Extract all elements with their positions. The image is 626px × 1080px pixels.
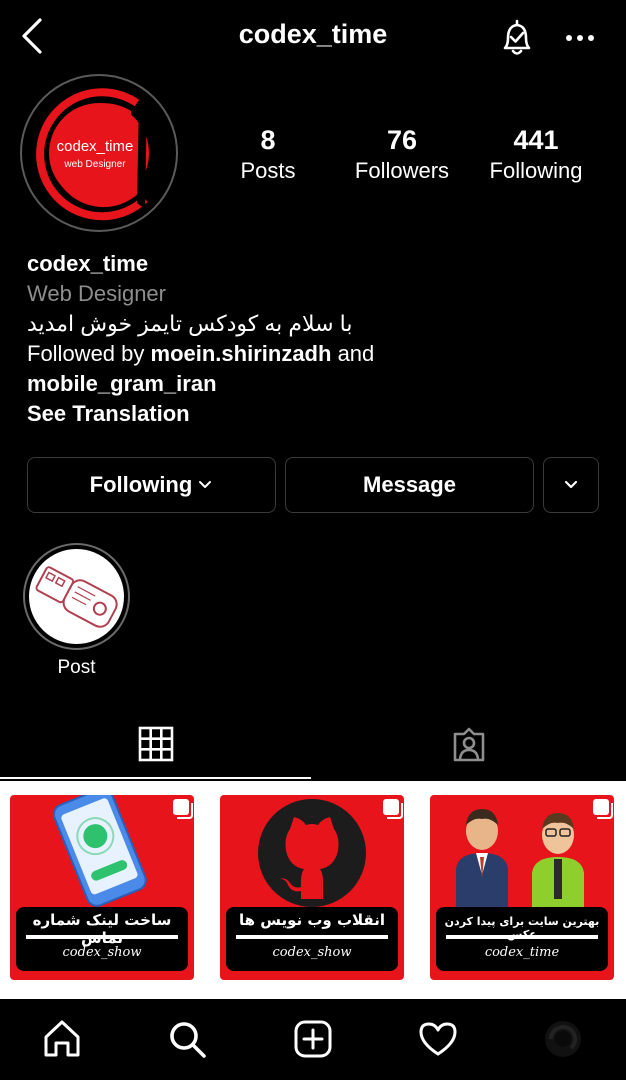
grid-post[interactable]: ساخت لینک شماره تماس codex_show	[0, 781, 207, 991]
following-count[interactable]: 441 Following	[474, 124, 598, 186]
phone-call-illustration	[52, 795, 147, 907]
profile-username: codex_time	[27, 251, 149, 276]
followed-by-prefix: Followed by	[27, 341, 145, 366]
top-bar: codex_time	[0, 0, 626, 74]
message-button[interactable]: Message	[285, 457, 534, 513]
followed-by: Followed by moein.shirinzadh and mobile_…	[27, 341, 374, 396]
post-thumbnail: بهترین سایت برای پیدا کردن عکس codex_tim…	[430, 795, 614, 980]
bell-check-icon[interactable]	[496, 18, 538, 58]
post-caption: بهترین سایت برای پیدا کردن عکس codex_tim…	[436, 907, 608, 971]
posts-count[interactable]: 8 Posts	[208, 124, 328, 186]
chevron-down-icon	[199, 481, 212, 488]
post-thumbnail: ساخت لینک شماره تماس codex_show	[10, 795, 194, 980]
message-button-label: Message	[363, 472, 456, 497]
post-title: ساخت لینک شماره تماس	[32, 911, 172, 947]
posts-count-value: 8	[260, 125, 276, 155]
two-characters-illustration	[456, 809, 584, 907]
posts-grid: ساخت لینک شماره تماس codex_show انقلاب و…	[0, 781, 626, 999]
followed-by-user-2[interactable]: mobile_gram_iran	[27, 371, 217, 396]
multiple-photos-icon	[593, 799, 613, 819]
grid-icon	[138, 726, 174, 762]
chevron-down-icon	[564, 480, 578, 489]
post-divider	[236, 935, 388, 939]
more-icon[interactable]	[560, 20, 600, 56]
followers-count-label: Followers	[354, 158, 450, 183]
avatar[interactable]: codex_time web Designer	[27, 81, 171, 225]
home-icon[interactable]	[40, 1017, 84, 1061]
followers-count[interactable]: 76 Followers	[342, 124, 462, 186]
post-handle: codex_time	[484, 945, 560, 960]
suggested-accounts-button[interactable]	[543, 457, 599, 513]
following-count-label: Following	[489, 158, 583, 183]
heart-icon[interactable]	[416, 1017, 460, 1061]
story-highlight-label: Post	[57, 657, 96, 678]
profile-category: Web Designer	[27, 281, 166, 306]
avatar-subtext: web Designer	[63, 159, 126, 170]
multiple-photos-icon	[173, 799, 193, 819]
following-button-label: Following	[89, 472, 193, 497]
post-divider	[446, 935, 598, 939]
post-divider	[26, 935, 178, 939]
grid-post[interactable]: انقلاب وب نویس ها codex_show	[210, 781, 417, 991]
followed-by-user-1[interactable]: moein.shirinzadh	[151, 341, 332, 366]
github-logo	[258, 799, 366, 907]
post-handle: codex_show	[62, 945, 142, 960]
multiple-photos-icon	[383, 799, 403, 819]
tab-posts-grid[interactable]	[0, 718, 311, 778]
profile-bio: codex_time Web Designer با سلام به کودکس…	[27, 249, 607, 429]
post-caption: ساخت لینک شماره تماس codex_show	[16, 907, 188, 971]
post-caption: انقلاب وب نویس ها codex_show	[226, 907, 398, 971]
post-title: انقلاب وب نویس ها	[238, 911, 385, 929]
grid-post[interactable]: بهترین سایت برای پیدا کردن عکس codex_tim…	[420, 781, 626, 991]
post-handle: codex_show	[272, 945, 352, 960]
post-thumbnail: انقلاب وب نویس ها codex_show	[220, 795, 404, 980]
profile-avatar[interactable]	[541, 1017, 585, 1061]
followers-count-value: 76	[386, 125, 418, 155]
posts-count-label: Posts	[240, 158, 296, 183]
profile-bio-text: با سلام به کودکس تایمز خوش امدید	[27, 311, 353, 336]
search-icon[interactable]	[165, 1017, 209, 1061]
tagged-icon	[453, 727, 485, 762]
following-button[interactable]: Following	[27, 457, 276, 513]
bottom-navigation	[0, 999, 626, 1080]
story-highlight-usb-image[interactable]	[29, 549, 124, 644]
avatar-text: codex_time	[57, 138, 134, 155]
following-count-value: 441	[513, 125, 559, 155]
active-tab-indicator	[0, 777, 311, 779]
create-icon[interactable]	[291, 1017, 335, 1061]
tab-tagged[interactable]	[312, 718, 626, 778]
see-translation-link[interactable]: See Translation	[27, 399, 607, 429]
followed-by-and: and	[337, 341, 375, 366]
